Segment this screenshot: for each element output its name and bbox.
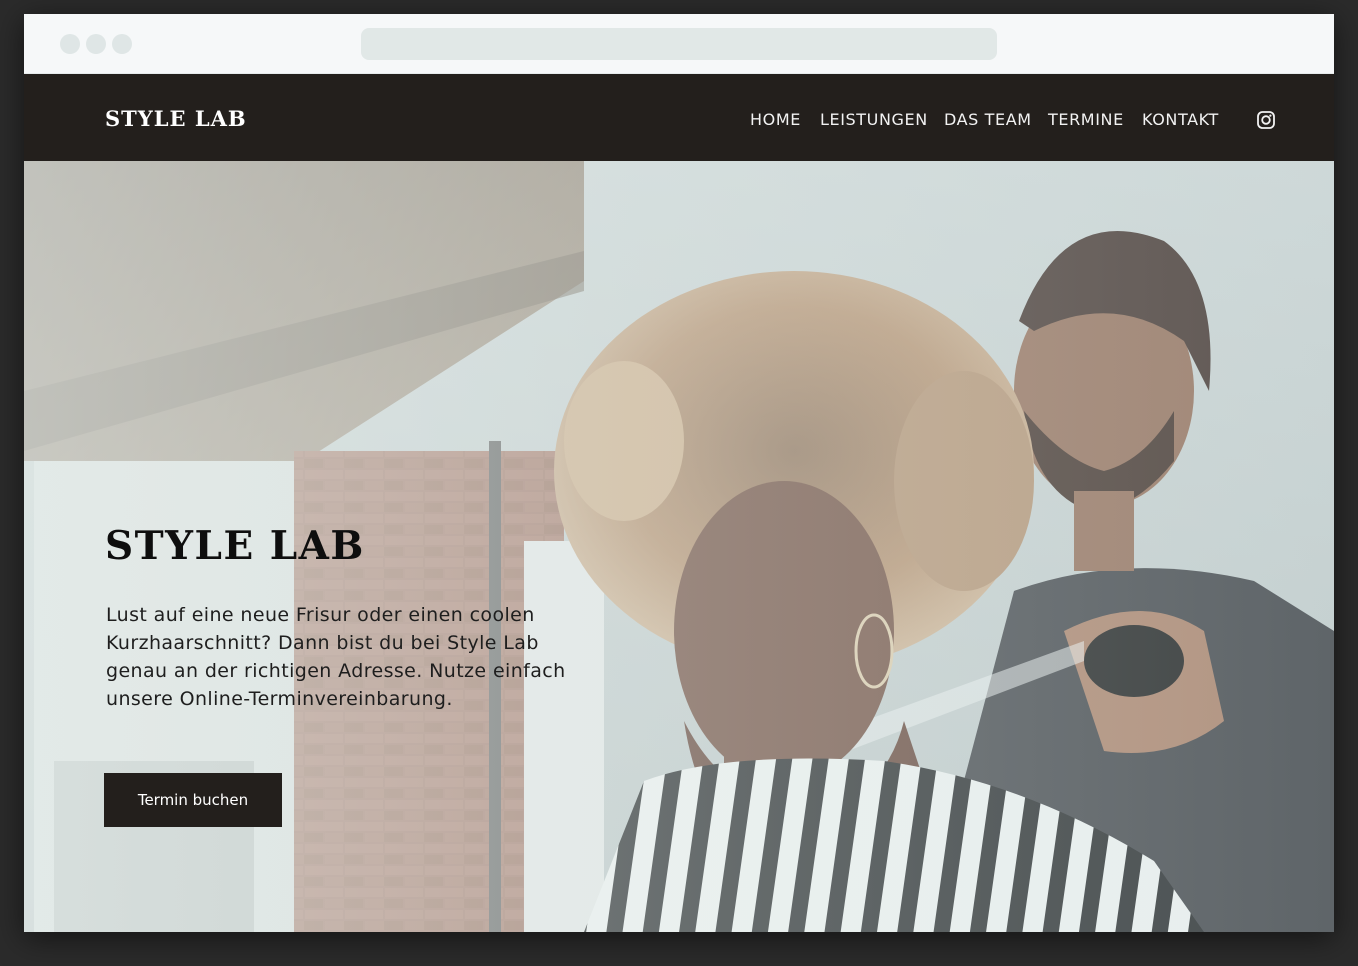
window-close-dot[interactable]	[60, 34, 80, 54]
hero-section: STYLE LAB Lust auf eine neue Frisur oder…	[24, 161, 1334, 932]
nav-leistungen[interactable]: LEISTUNGEN	[820, 110, 928, 129]
site-navbar: STYLE LAB HOME LEISTUNGEN DAS TEAM TERMI…	[24, 74, 1334, 161]
window-maximize-dot[interactable]	[112, 34, 132, 54]
nav-das-team[interactable]: DAS TEAM	[944, 110, 1032, 129]
browser-window: STYLE LAB HOME LEISTUNGEN DAS TEAM TERMI…	[24, 14, 1334, 932]
hero-description: Lust auf eine neue Frisur oder einen coo…	[106, 604, 566, 710]
instagram-icon[interactable]	[1257, 111, 1275, 129]
book-appointment-button[interactable]: Termin buchen	[104, 773, 282, 827]
main-nav: HOME LEISTUNGEN DAS TEAM TERMINE KONTAKT	[24, 110, 1334, 130]
nav-termine[interactable]: TERMINE	[1048, 110, 1124, 129]
browser-chrome	[24, 14, 1334, 74]
address-bar[interactable]	[361, 28, 997, 60]
nav-kontakt[interactable]: KONTAKT	[1142, 110, 1219, 129]
nav-home[interactable]: HOME	[750, 110, 801, 129]
window-minimize-dot[interactable]	[86, 34, 106, 54]
hero-title: STYLE LAB	[105, 523, 365, 569]
